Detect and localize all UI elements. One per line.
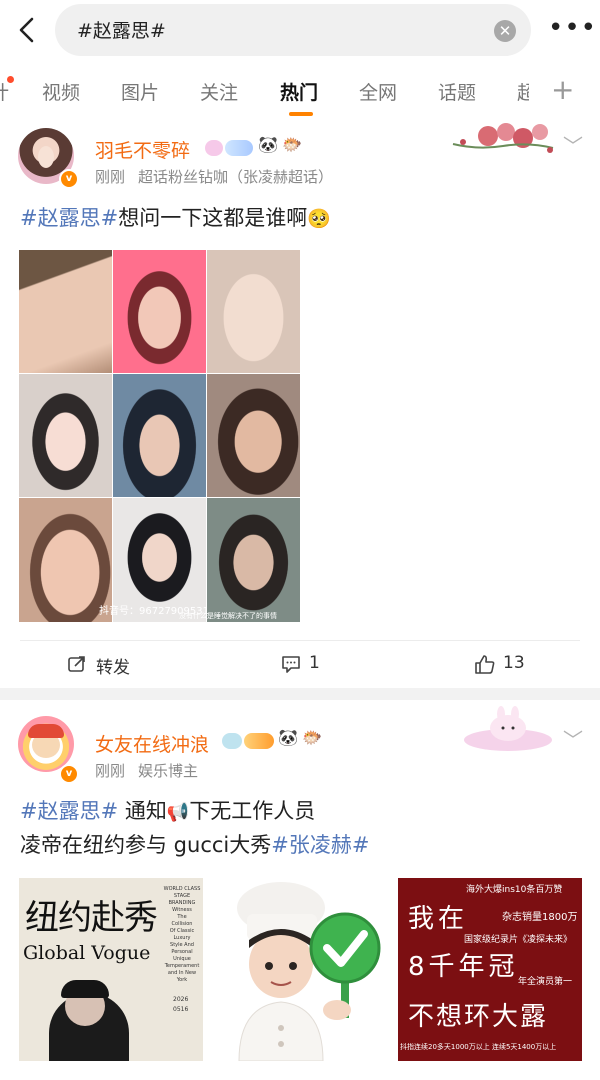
- comment-count[interactable]: 1: [309, 653, 320, 673]
- verified-badge-icon: v: [59, 764, 79, 784]
- panda-icon: 🐼: [258, 135, 278, 154]
- tab-partial-left[interactable]: 计: [0, 78, 9, 105]
- megaphone-icon: 📢: [166, 802, 190, 823]
- search-query-text[interactable]: #赵露思#: [77, 16, 166, 43]
- image-grid: 抖音号：96727909531 没有什么是睡觉解决不了的事情: [19, 250, 300, 622]
- poster-note-4: 年全演员第一: [518, 977, 573, 987]
- fan-medal-icon: [222, 733, 242, 749]
- photo-4[interactable]: [19, 374, 112, 497]
- poster-headline-1: 我在: [408, 904, 469, 934]
- back-arrow-icon[interactable]: [10, 12, 46, 48]
- post-text: 凌帝在纽约参与 gucci大秀: [20, 833, 272, 857]
- hashtag-link[interactable]: #张凌赫#: [271, 833, 369, 857]
- comment-icon[interactable]: [281, 654, 301, 674]
- fan-medal-icon: [205, 140, 223, 156]
- poster-top-note: 海外大爆ins10条百万赞: [466, 885, 563, 895]
- magazine-hair: [61, 980, 109, 998]
- poster-note-2: 杂志销量1800万: [502, 912, 578, 923]
- clear-search-icon[interactable]: ✕: [494, 20, 516, 42]
- post-separator: [0, 688, 600, 700]
- image-red-poster[interactable]: 海外大爆ins10条百万赞 我在 杂志销量1800万 国家级纪录片《凌探未来》 …: [398, 878, 582, 1061]
- photo-5[interactable]: [113, 374, 206, 497]
- post-body-line1: #赵露思# 通知📢下无工作人员: [20, 794, 315, 830]
- like-thumb-icon[interactable]: [474, 653, 496, 675]
- level-medal-icon: [225, 140, 253, 156]
- tab-all-web[interactable]: 全网: [359, 78, 397, 105]
- magazine-date: 2026: [173, 996, 189, 1003]
- level-medal-icon: [244, 733, 274, 749]
- photo-2[interactable]: [113, 250, 206, 373]
- magazine-brand: Global Vogue: [23, 942, 151, 964]
- bunny-cloud-decoration-icon: [464, 706, 552, 751]
- verified-badge-icon: v: [59, 169, 79, 189]
- post-text: 通知: [118, 799, 167, 823]
- tab-video[interactable]: 视频: [42, 78, 80, 105]
- fish-medal-icon: 🐡: [302, 728, 322, 747]
- post-source: 娱乐博主: [138, 762, 199, 780]
- photo-caption: 没有什么是睡觉解决不了的事情: [179, 612, 277, 620]
- hashtag-link[interactable]: #赵露思#: [20, 206, 118, 230]
- roses-decoration-icon: [452, 123, 554, 153]
- chevron-down-icon[interactable]: ﹀: [563, 130, 583, 159]
- divider: [20, 640, 580, 641]
- poster-headline-2: 8千年冠: [408, 952, 519, 982]
- tab-following[interactable]: 关注: [200, 78, 238, 105]
- repost-button[interactable]: 转发: [96, 653, 130, 678]
- more-options-icon[interactable]: •••: [548, 15, 597, 41]
- image-chef-cartoon[interactable]: [209, 878, 393, 1061]
- image-magazine-cover[interactable]: 纽约赴秀 Global Vogue WORLD CLASS STAGE BRANDI…: [19, 878, 203, 1061]
- photo-1[interactable]: [19, 250, 112, 373]
- pleading-emoji: 🥺: [307, 208, 331, 230]
- magazine-title: 纽约赴秀: [25, 898, 158, 938]
- post-text: 下无工作人员: [189, 799, 316, 823]
- tab-images[interactable]: 图片: [121, 78, 159, 105]
- tab-hot[interactable]: 热门: [280, 78, 318, 105]
- repost-icon[interactable]: [67, 654, 87, 674]
- post-source[interactable]: 超话粉丝钻咖（张凌赫超话）: [138, 166, 333, 187]
- hashtag-link[interactable]: #赵露思#: [20, 799, 118, 823]
- username[interactable]: 羽毛不零碎: [95, 136, 190, 163]
- poster-headline-3: 不想环大露: [408, 1002, 549, 1032]
- magazine-date-2: 0516: [173, 1006, 189, 1013]
- tab-topics[interactable]: 话题: [438, 78, 476, 105]
- photo-6[interactable]: [207, 374, 300, 497]
- post-body-line2: 凌帝在纽约参与 gucci大秀#张凌赫#: [20, 828, 369, 862]
- post-text: 想问一下这都是谁啊: [118, 206, 308, 230]
- photo-9[interactable]: [207, 498, 300, 622]
- like-count[interactable]: 13: [503, 653, 525, 673]
- post-body: #赵露思#想问一下这都是谁啊🥺: [20, 201, 331, 236]
- chef-illustration-icon: [237, 882, 381, 1061]
- poster-footer: 抖指连续20多天1000万以上 连续5天1400万以上: [400, 1043, 557, 1051]
- active-tab-indicator: [289, 112, 313, 116]
- poster-note-3: 国家级纪录片《凌探未来》: [464, 935, 573, 945]
- panda-icon: 🐼: [278, 728, 298, 747]
- magazine-side-text: WORLD CLASS STAGE BRANDING Witness The Collis…: [163, 886, 201, 983]
- add-tab-plus-icon[interactable]: +: [551, 76, 574, 104]
- post-time: 刚刚: [95, 762, 126, 780]
- username[interactable]: 女友在线冲浪: [95, 730, 209, 757]
- chevron-down-icon[interactable]: ﹀: [563, 724, 583, 753]
- post-time: 刚刚: [95, 168, 126, 186]
- photo-3[interactable]: [207, 250, 300, 373]
- fish-medal-icon: 🐡: [282, 135, 302, 154]
- tab-super-topic[interactable]: 超: [517, 78, 529, 105]
